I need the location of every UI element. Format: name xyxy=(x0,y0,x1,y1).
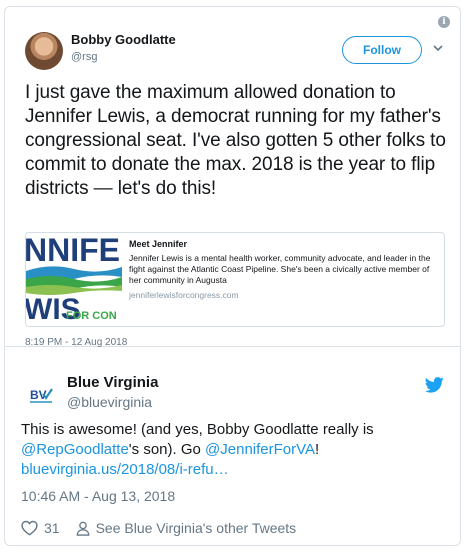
blue-virginia-avatar[interactable]: BV xyxy=(21,374,61,414)
tweet-link[interactable]: bluevirginia.us/2018/08/i-refu… xyxy=(21,461,229,478)
link-card: NNIFE WIS FOR CON Meet Jennifer Jennifer… xyxy=(25,232,445,327)
mention-jenniferforva[interactable]: @JenniferForVA xyxy=(205,441,315,458)
like-count[interactable]: 31 xyxy=(44,520,60,536)
mention-repgoodlatte[interactable]: @RepGoodlatte xyxy=(21,441,129,458)
logo-text-top: NNIFE xyxy=(26,233,120,268)
author-display-name[interactable]: Blue Virginia xyxy=(67,374,158,391)
twitter-bird-icon[interactable] xyxy=(425,377,444,393)
quoted-tweet-avatar xyxy=(25,32,63,70)
link-card-body: Meet Jennifer Jennifer Lewis is a mental… xyxy=(129,239,441,300)
heart-icon[interactable] xyxy=(21,520,38,536)
tweet-text-part: This is awesome! (and yes, Bobby Goodlat… xyxy=(21,421,374,438)
link-card-title: Meet Jennifer xyxy=(129,239,188,249)
quoted-tweet-display-name: Bobby Goodlatte xyxy=(71,32,176,47)
link-card-url: jenniferlewisforcongress.com xyxy=(129,290,239,300)
quoted-tweet-timestamp: 8:19 PM - 12 Aug 2018 xyxy=(25,337,128,348)
logo-text-small: FOR CON xyxy=(66,310,117,322)
follow-button: Follow xyxy=(342,36,422,64)
link-card-description: Jennifer Lewis is a mental health worker… xyxy=(129,253,431,285)
chevron-down-icon xyxy=(433,45,443,52)
see-other-tweets-link[interactable]: See Blue Virginia's other Tweets xyxy=(96,520,297,536)
quoted-tweet-text: I just gave the maximum allowed donation… xyxy=(25,82,446,199)
tweet-timestamp[interactable]: 10:46 AM - Aug 13, 2018 xyxy=(21,488,175,504)
person-icon xyxy=(76,521,89,536)
tweet-text-part: ! xyxy=(315,441,320,458)
campaign-logo-image: NNIFE WIS FOR CON xyxy=(26,233,122,326)
tweet-text-part: 's son). Go xyxy=(128,441,206,458)
author-handle[interactable]: @bluevirginia xyxy=(67,394,152,410)
tweet-text: This is awesome! (and yes, Bobby Goodlat… xyxy=(21,420,451,480)
tweet-embed-card: i Bobby Goodlatte @rsg Follow I just gav… xyxy=(4,6,461,546)
quoted-tweet-image[interactable]: Bobby Goodlatte @rsg Follow I just gave … xyxy=(5,7,460,348)
quoted-tweet-handle: @rsg xyxy=(71,51,98,63)
tweet-actions: 31 See Blue Virginia's other Tweets xyxy=(21,518,296,538)
